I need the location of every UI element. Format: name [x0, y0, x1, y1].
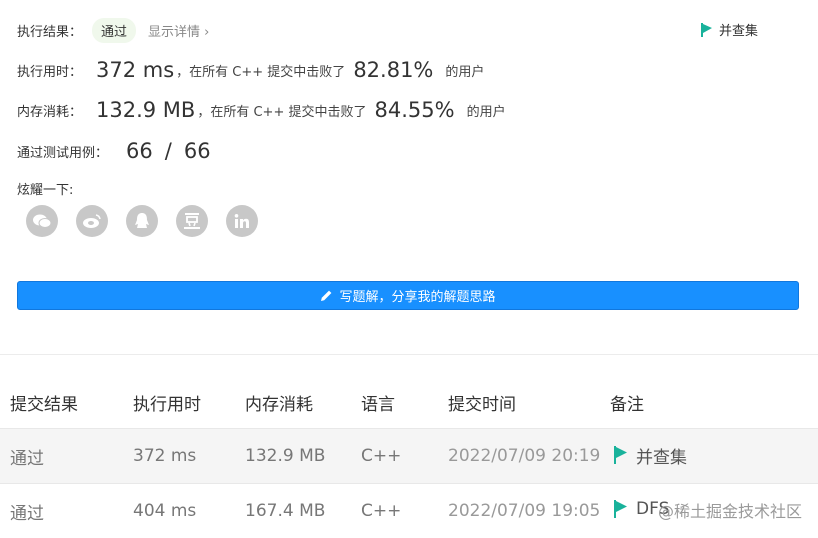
table-header-row: 提交结果 执行用时 内存消耗 语言 提交时间 备注 [0, 376, 818, 429]
status-badge: 通过 [92, 18, 136, 43]
watermark: @稀土掘金技术社区 [658, 498, 802, 522]
row-note[interactable]: 并查集 [608, 429, 818, 484]
runtime-suffix: 的用户 [445, 61, 484, 80]
result-row: 执行结果： 通过 显示详情 › [17, 18, 209, 43]
memory-row: 内存消耗： 132.9 MB ，在所有 C++ 提交中击败了 84.55% 的用… [17, 98, 506, 122]
tests-label: 通过测试用例： [17, 142, 108, 161]
table-row[interactable]: 通过 372 ms 132.9 MB C++ 2022/07/09 20:19 … [0, 429, 818, 484]
write-solution-label: 写题解，分享我的解题思路 [339, 286, 495, 305]
memory-percent: 84.55% [374, 98, 454, 122]
row-result[interactable]: 通过 [0, 429, 133, 484]
row-submit-time: 2022/07/09 20:19 [448, 429, 608, 484]
tests-passed: 66 [126, 139, 153, 163]
header-note: 备注 [608, 376, 818, 429]
weibo-icon[interactable] [76, 205, 108, 237]
row-language: C++ [361, 484, 448, 538]
row-runtime: 372 ms [133, 429, 245, 484]
section-divider [0, 354, 818, 355]
wechat-icon[interactable] [26, 205, 58, 237]
row-memory: 167.4 MB [245, 484, 361, 538]
memory-label: 内存消耗： [17, 101, 82, 120]
flag-icon [614, 500, 628, 518]
header-language: 语言 [361, 376, 448, 429]
runtime-value: 372 ms [96, 58, 174, 82]
qq-icon[interactable] [126, 205, 158, 237]
share-label: 炫耀一下: [17, 179, 73, 198]
result-label: 执行结果： [17, 21, 82, 40]
row-submit-time: 2022/07/09 19:05 [448, 484, 608, 538]
show-details-link[interactable]: 显示详情 › [148, 21, 209, 40]
row-result[interactable]: 通过 [0, 484, 133, 538]
share-icons [26, 205, 258, 237]
header-submit-time: 提交时间 [448, 376, 608, 429]
runtime-row: 执行用时： 372 ms ，在所有 C++ 提交中击败了 82.81% 的用户 [17, 58, 484, 82]
header-result: 提交结果 [0, 376, 133, 429]
share-row: 炫耀一下: [17, 179, 73, 198]
runtime-label: 执行用时： [17, 61, 82, 80]
tests-row: 通过测试用例： 66 / 66 [17, 139, 211, 163]
row-runtime: 404 ms [133, 484, 245, 538]
tag-union-find[interactable]: 并查集 [701, 20, 758, 39]
header-memory: 内存消耗 [245, 376, 361, 429]
pencil-icon [320, 289, 333, 302]
memory-value: 132.9 MB [96, 98, 195, 122]
runtime-percent: 82.81% [353, 58, 433, 82]
flag-icon [614, 446, 628, 464]
write-solution-button[interactable]: 写题解，分享我的解题思路 [17, 281, 799, 310]
header-runtime: 执行用时 [133, 376, 245, 429]
tag-label: 并查集 [719, 20, 758, 39]
douban-icon[interactable] [176, 205, 208, 237]
runtime-middle: ，在所有 C++ 提交中击败了 [176, 61, 345, 80]
row-language: C++ [361, 429, 448, 484]
flag-icon [701, 23, 713, 37]
row-memory: 132.9 MB [245, 429, 361, 484]
row-note-label: 并查集 [636, 443, 687, 468]
memory-middle: ，在所有 C++ 提交中击败了 [197, 101, 366, 120]
tests-total: 66 [184, 139, 211, 163]
linkedin-icon[interactable] [226, 205, 258, 237]
memory-suffix: 的用户 [467, 101, 506, 120]
tests-separator: / [165, 139, 172, 163]
